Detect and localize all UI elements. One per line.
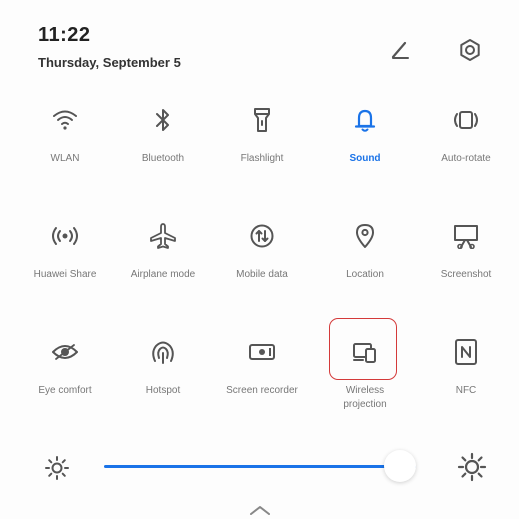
tile-label: Flashlight xyxy=(240,153,284,164)
wifi-icon xyxy=(53,110,77,130)
airplane-icon xyxy=(150,223,176,249)
tile-wlan[interactable]: WLAN xyxy=(15,98,115,166)
tile-location[interactable]: Location xyxy=(315,214,415,282)
gear-icon xyxy=(460,39,480,61)
mobile-data-icon xyxy=(250,224,274,248)
tile-huawei-share[interactable]: Huawei Share xyxy=(15,214,115,282)
sun-small-icon xyxy=(45,456,69,480)
sun-large-icon xyxy=(457,452,487,482)
tile-auto-rotate[interactable]: Auto-rotate xyxy=(416,98,516,166)
tile-label: Mobile data xyxy=(236,269,288,280)
brightness-slider-thumb[interactable] xyxy=(384,450,417,482)
tile-label: Sound xyxy=(349,153,381,164)
tile-sound[interactable]: Sound xyxy=(315,98,415,166)
selection-highlight-box xyxy=(329,318,397,380)
tile-label: Airplane mode xyxy=(130,269,196,280)
settings-button[interactable] xyxy=(452,32,488,68)
tile-label: Bluetooth xyxy=(141,153,185,164)
tile-label: Screenshot xyxy=(440,269,492,280)
pencil-icon xyxy=(391,41,409,59)
quick-settings-panel: 11:22 Thursday, September 5 WLAN Bluetoo… xyxy=(0,0,519,519)
screenshot-icon xyxy=(454,225,478,249)
tile-label: WLAN xyxy=(50,153,80,164)
tile-screenshot[interactable]: Screenshot xyxy=(416,214,516,282)
tile-screen-recorder[interactable]: Screen recorder xyxy=(212,330,312,398)
eye-icon xyxy=(52,344,78,360)
tile-mobile-data[interactable]: Mobile data xyxy=(212,214,312,282)
brightness-slider-track[interactable] xyxy=(104,465,416,468)
bluetooth-icon xyxy=(156,109,169,131)
tile-label: Auto-rotate xyxy=(441,153,491,164)
tile-label: Huawei Share xyxy=(33,269,97,280)
rotate-icon xyxy=(454,111,478,129)
tile-label: Hotspot xyxy=(145,385,181,396)
tile-label: Screen recorder xyxy=(226,385,298,396)
tile-label: Location xyxy=(346,269,384,280)
location-pin-icon xyxy=(356,224,374,248)
nfc-icon xyxy=(455,339,477,365)
share-waves-icon xyxy=(52,227,78,245)
tile-bluetooth[interactable]: Bluetooth xyxy=(113,98,213,166)
screen-recorder-icon xyxy=(249,344,275,360)
tile-label: NFC xyxy=(455,385,477,396)
flashlight-icon xyxy=(254,108,270,132)
clock-date: Thursday, September 5 xyxy=(38,55,181,70)
tile-hotspot[interactable]: Hotspot xyxy=(113,330,213,398)
tile-flashlight[interactable]: Flashlight xyxy=(212,98,312,166)
chevron-up-icon[interactable] xyxy=(248,504,272,516)
bell-icon xyxy=(354,109,376,132)
tile-label: Wireless projection xyxy=(343,385,387,410)
tile-airplane-mode[interactable]: Airplane mode xyxy=(113,214,213,282)
clock-time: 11:22 xyxy=(38,24,91,46)
tile-label: Eye comfort xyxy=(38,385,92,396)
hotspot-icon xyxy=(152,341,174,364)
edit-button[interactable] xyxy=(382,32,418,68)
tile-eye-comfort[interactable]: Eye comfort xyxy=(15,330,115,398)
tile-nfc[interactable]: NFC xyxy=(416,330,516,398)
